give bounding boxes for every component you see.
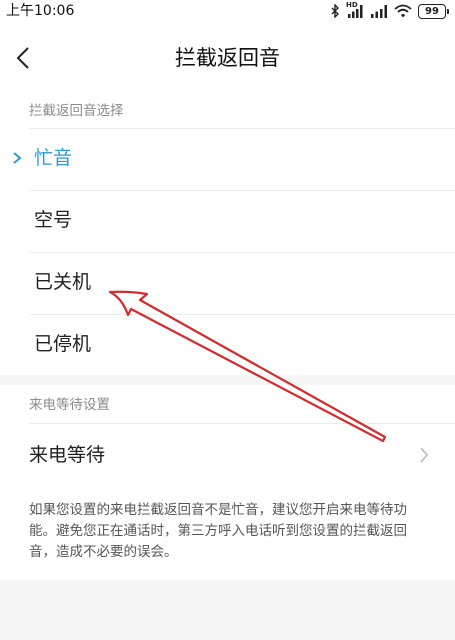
wifi-icon (394, 4, 412, 18)
signal-strength-icon-2 (371, 5, 387, 18)
page-title: 拦截返回音 (175, 46, 280, 70)
battery-level: 99 (418, 3, 446, 19)
option-label: 忙音 (34, 147, 73, 169)
section-header-call-waiting: 来电等待设置 (29, 397, 110, 413)
option-busy-tone[interactable]: 忙音 (0, 129, 455, 189)
option-label: 空号 (34, 209, 73, 231)
signal-strength-icon (348, 5, 363, 18)
section-header-return-tone: 拦截返回音选择 (29, 103, 124, 119)
chevron-right-icon (420, 447, 429, 463)
call-waiting-section: 来电等待设置 来电等待 如果您设置的来电拦截返回音不是忙音，建议您开启来电等待功… (0, 385, 455, 580)
battery-tip (447, 8, 449, 14)
header: 拦截返回音 (0, 22, 455, 92)
option-empty-number[interactable]: 空号 (0, 191, 455, 251)
status-icons: HD 99 (331, 1, 449, 19)
option-label: 已停机 (34, 333, 92, 355)
status-time: 上午10:06 (6, 3, 75, 19)
call-waiting-description: 如果您设置的来电拦截返回音不是忙音，建议您开启来电等待功能。避免您正在通话时，第… (29, 502, 407, 560)
bluetooth-icon (331, 4, 339, 18)
option-label: 已关机 (34, 271, 92, 293)
call-waiting-row[interactable]: 来电等待 (0, 424, 455, 486)
call-waiting-label: 来电等待 (29, 444, 106, 466)
signal-hd: HD (346, 1, 364, 18)
status-bar: 上午10:06 HD 99 (0, 0, 455, 22)
option-powered-off[interactable]: 已关机 (0, 253, 455, 313)
battery-icon: 99 (418, 3, 449, 19)
check-icon (13, 152, 22, 164)
return-tone-section: 拦截返回音选择 忙音 空号 已关机 已停机 (0, 92, 455, 375)
option-suspended[interactable]: 已停机 (0, 315, 455, 375)
